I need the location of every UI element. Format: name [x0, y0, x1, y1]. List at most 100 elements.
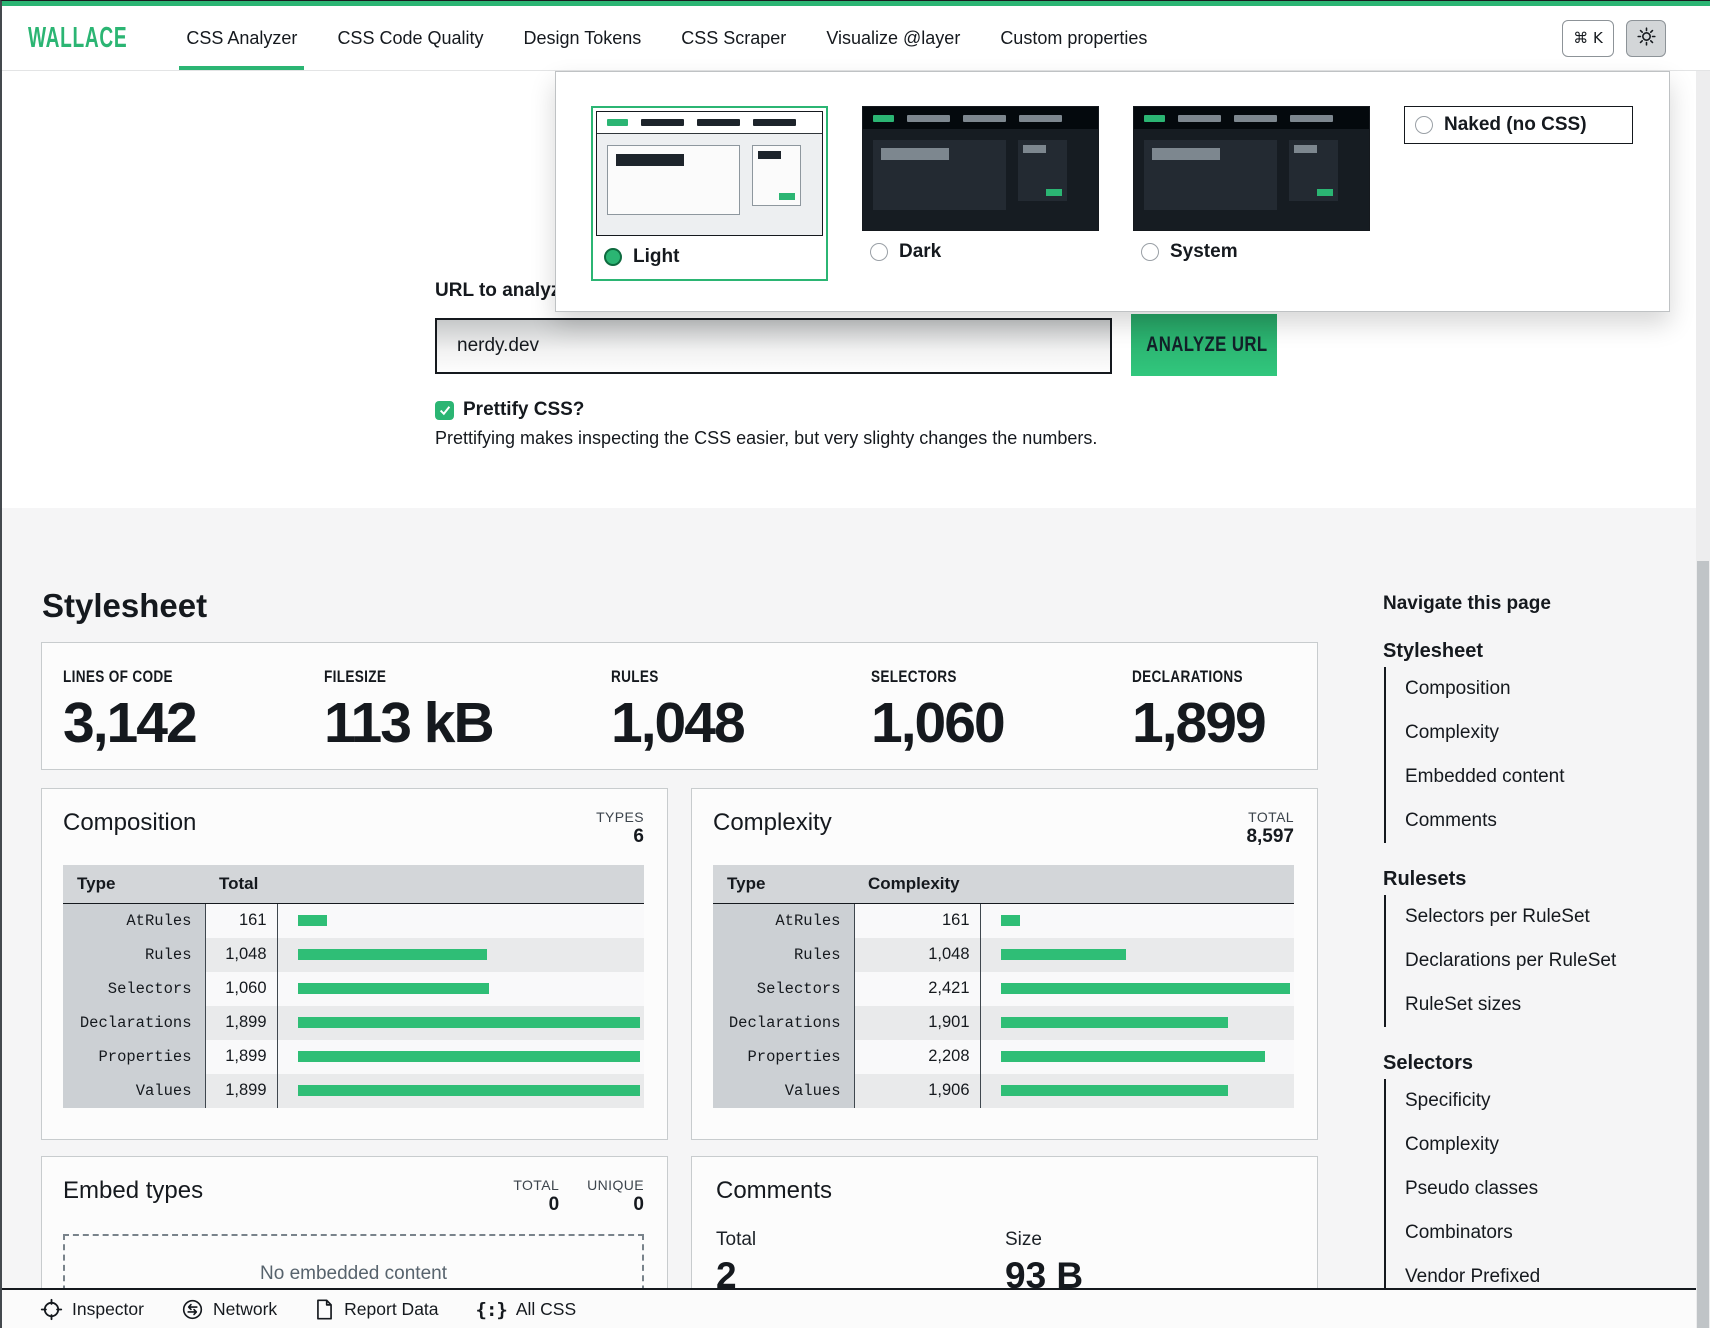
theme-option-label-row: Naked (no CSS): [1405, 107, 1632, 143]
toc-title: Navigate this page: [1383, 593, 1663, 615]
theme-menu: LightDarkSystem Naked (no CSS): [555, 71, 1670, 312]
value-bar: [298, 1051, 641, 1062]
table-row: Rules1,048: [63, 938, 644, 972]
table-row: Values1,906: [713, 1074, 1294, 1108]
toc-item-composition[interactable]: Composition: [1405, 667, 1663, 711]
toolbar-item-report-data[interactable]: Report Data: [314, 1298, 438, 1321]
row-value: 2,208: [854, 1040, 980, 1074]
row-bar-cell: [277, 904, 644, 938]
analyze-url-button[interactable]: ANALYZE URL: [1131, 314, 1277, 376]
toolbar-item-label: Network: [213, 1299, 277, 1320]
toc-item-pseudo-classes[interactable]: Pseudo classes: [1405, 1167, 1663, 1211]
row-value: 1,899: [205, 1040, 277, 1074]
app-logo[interactable]: WALLACE: [28, 6, 178, 70]
row-value: 1,901: [854, 1006, 980, 1040]
row-type: Values: [713, 1074, 854, 1108]
composition-table: Type Total AtRules161Rules1,048Selectors…: [63, 865, 644, 1108]
value-bar: [298, 915, 327, 926]
toc-item-combinators[interactable]: Combinators: [1405, 1211, 1663, 1255]
toc-section-stylesheet[interactable]: Stylesheet: [1383, 640, 1663, 663]
nav-item-custom-properties[interactable]: Custom properties: [1000, 6, 1147, 70]
toolbar-item-inspector[interactable]: Inspector: [40, 1298, 144, 1321]
value-bar: [298, 949, 487, 960]
mini-side-accent: [1317, 189, 1333, 196]
row-type: Selectors: [63, 972, 205, 1006]
scrollbar-thumb[interactable]: [1697, 561, 1709, 1328]
complexity-panel-head: Complexity TOTAL 8,597: [713, 809, 1294, 848]
mini-side-bar: [1294, 145, 1317, 153]
toc-item-embedded-content[interactable]: Embedded content: [1405, 755, 1663, 799]
total-value: 8,597: [1246, 826, 1294, 848]
comments-total-label: Total: [716, 1229, 1005, 1251]
mini-side-box: [1289, 140, 1338, 201]
row-value: 1,048: [205, 938, 277, 972]
toc-item-comments[interactable]: Comments: [1405, 799, 1663, 843]
stat-rules: RULES1,048: [611, 667, 744, 756]
table-row: Declarations1,899: [63, 1006, 644, 1040]
theme-option-dark[interactable]: Dark: [862, 106, 1099, 271]
value-bar: [298, 1017, 641, 1028]
theme-option-system[interactable]: System: [1133, 106, 1370, 271]
toc-item-declarations-per-ruleset[interactable]: Declarations per RuleSet: [1405, 939, 1663, 983]
theme-radio-dark[interactable]: [870, 243, 888, 261]
toc-section-rulesets[interactable]: Rulesets: [1383, 868, 1663, 891]
top-accent-bar: [2, 1, 1710, 6]
prettify-note: Prettifying makes inspecting the CSS eas…: [435, 428, 1097, 449]
toc-list: CompositionComplexityEmbedded contentCom…: [1384, 667, 1663, 843]
mini-side-box: [752, 145, 801, 206]
complexity-panel: Complexity TOTAL 8,597 Type Complexity A…: [691, 788, 1318, 1140]
toc-item-complexity[interactable]: Complexity: [1405, 711, 1663, 755]
nav-item-css-scraper[interactable]: CSS Scraper: [681, 6, 786, 70]
nav-item-css-analyzer[interactable]: CSS Analyzer: [186, 6, 297, 70]
toc-section-selectors[interactable]: Selectors: [1383, 1052, 1663, 1075]
embed-unique-value: 0: [587, 1194, 644, 1216]
prettify-checkbox[interactable]: [435, 401, 454, 420]
mini-brand-chip: [873, 115, 894, 122]
types-value: 6: [596, 826, 644, 848]
row-type: AtRules: [713, 904, 854, 938]
stat-lines-of-code: LINES OF CODE3,142: [63, 667, 200, 756]
url-label: URL to analyze: [435, 280, 571, 302]
theme-toggle-button[interactable]: [1626, 20, 1666, 57]
theme-radio-light[interactable]: [604, 248, 622, 266]
scrollbar-track[interactable]: [1696, 71, 1710, 1328]
column-header-bar: [980, 865, 1294, 904]
analyze-url-label: ANALYZE URL: [1146, 333, 1267, 357]
checkmark-icon: [438, 403, 452, 417]
toc-item-specificity[interactable]: Specificity: [1405, 1079, 1663, 1123]
theme-option-light[interactable]: Light: [591, 106, 828, 281]
toolbar-item-all-css[interactable]: {:}All CSS: [476, 1299, 577, 1321]
wallace-app-window: WALLACE CSS Analyzer CSS Code Quality Desi…: [0, 0, 1710, 1328]
theme-radio-naked-no-css[interactable]: [1415, 116, 1433, 134]
table-row: Declarations1,901: [713, 1006, 1294, 1040]
mini-heading-bar: [881, 148, 949, 160]
nav-item-visualize-layer[interactable]: Visualize @layer: [826, 6, 960, 70]
nav-item-design-tokens[interactable]: Design Tokens: [524, 6, 642, 70]
toc-item-ruleset-sizes[interactable]: RuleSet sizes: [1405, 983, 1663, 1027]
stat-value: 1,899: [1132, 690, 1271, 756]
table-row: AtRules161: [63, 904, 644, 938]
value-bar: [1001, 1051, 1265, 1062]
theme-option-naked-no-css[interactable]: Naked (no CSS): [1404, 106, 1633, 144]
row-type: AtRules: [63, 904, 205, 938]
comments-title: Comments: [716, 1177, 1294, 1205]
command-palette-button[interactable]: ⌘ K: [1562, 20, 1614, 57]
toc-item-complexity[interactable]: Complexity: [1405, 1123, 1663, 1167]
url-input[interactable]: [435, 318, 1112, 374]
mini-nav: [863, 107, 1098, 129]
toolbar-item-network[interactable]: Network: [181, 1298, 277, 1321]
app-logo-text: WALLACE: [28, 22, 127, 55]
nav-item-css-code-quality[interactable]: CSS Code Quality: [337, 6, 483, 70]
embed-unique-label: UNIQUE: [587, 1177, 644, 1193]
embed-types-head: Embed types TOTAL 0 UNIQUE 0: [63, 1177, 644, 1216]
row-bar-cell: [980, 938, 1294, 972]
stat-value: 1,060: [871, 690, 1004, 756]
theme-radio-system[interactable]: [1141, 243, 1159, 261]
mini-body: [863, 129, 1098, 230]
table-row: Properties1,899: [63, 1040, 644, 1074]
row-value: 1,899: [205, 1006, 277, 1040]
toc-item-selectors-per-ruleset[interactable]: Selectors per RuleSet: [1405, 895, 1663, 939]
toc-list: Selectors per RuleSetDeclarations per Ru…: [1384, 895, 1663, 1027]
mini-nav-chip: [1178, 115, 1221, 122]
row-type: Declarations: [63, 1006, 205, 1040]
